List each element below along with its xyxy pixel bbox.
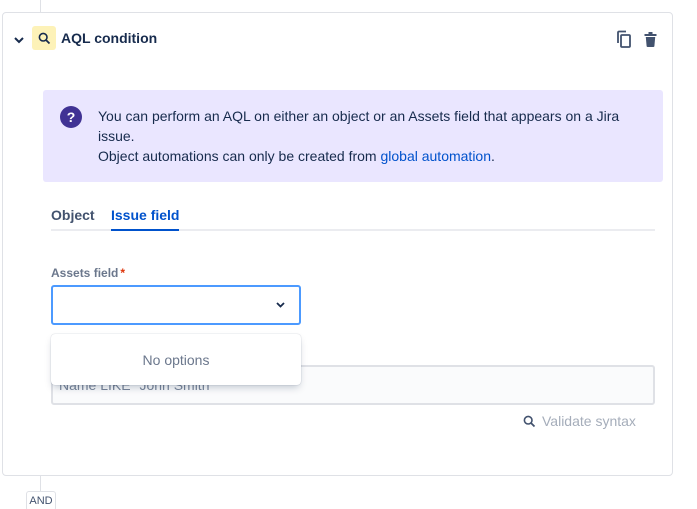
- aql-condition-card: AQL condition ? You can perform an AQL o…: [2, 12, 673, 476]
- search-icon: [32, 26, 56, 50]
- tab-list: Object Issue field: [51, 203, 655, 231]
- condition-header: AQL condition: [3, 13, 672, 65]
- chevron-down-icon: [273, 298, 287, 312]
- tab-object[interactable]: Object: [51, 207, 95, 229]
- search-icon: [522, 414, 536, 428]
- no-options-message: No options: [142, 351, 210, 368]
- rule-editor: AQL condition ? You can perform an AQL o…: [0, 0, 697, 509]
- global-automation-link[interactable]: global automation: [380, 148, 491, 164]
- info-line-2-suffix: .: [491, 148, 495, 164]
- validate-syntax-button[interactable]: Validate syntax: [522, 411, 636, 431]
- question-icon: ?: [60, 106, 82, 128]
- validate-syntax-label: Validate syntax: [542, 413, 636, 429]
- assets-field-label: Assets field *: [51, 266, 125, 280]
- required-marker: *: [120, 266, 126, 280]
- assets-field-dropdown-menu: No options: [51, 334, 301, 385]
- tab-issue-field[interactable]: Issue field: [111, 207, 180, 231]
- info-line-1: You can perform an AQL on either an obje…: [98, 108, 620, 144]
- trash-icon[interactable]: [642, 30, 658, 48]
- info-message: You can perform an AQL on either an obje…: [98, 106, 648, 166]
- assets-field-label-text: Assets field: [51, 266, 119, 280]
- collapse-chevron-icon[interactable]: [12, 33, 26, 47]
- and-connector-badge: AND: [26, 491, 56, 509]
- copy-icon[interactable]: [615, 29, 633, 49]
- condition-title: AQL condition: [61, 30, 158, 46]
- assets-field-select[interactable]: [51, 285, 301, 325]
- info-line-2-prefix: Object automations can only be created f…: [98, 148, 381, 164]
- info-panel: ? You can perform an AQL on either an ob…: [43, 90, 663, 182]
